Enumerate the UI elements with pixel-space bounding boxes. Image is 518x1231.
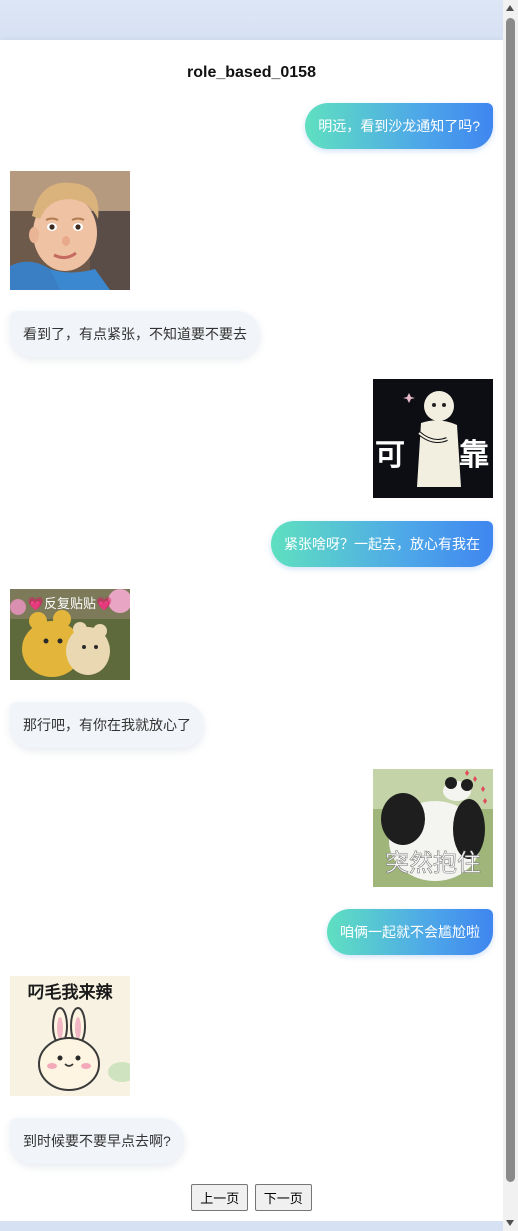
page-header-band bbox=[0, 0, 503, 40]
sticker-reliable-text-right: 靠 bbox=[459, 438, 489, 473]
sticker-bunny: 叼毛我来辣 bbox=[10, 976, 130, 1096]
page-footer-band bbox=[0, 1221, 503, 1231]
sticker-hugging-bears: 💗反复贴贴💗 bbox=[10, 589, 130, 680]
chat-page: role_based_0158 明远，看到沙龙通知了吗? 看到了，有点紧张，不知… bbox=[0, 40, 503, 1221]
sticker-boy-face bbox=[10, 171, 130, 290]
pagination: 上一页 下一页 bbox=[0, 1184, 503, 1211]
vertical-scrollbar[interactable] bbox=[503, 0, 518, 1231]
sticker-reliable-text-left: 可 bbox=[375, 438, 405, 473]
conversation-title: role_based_0158 bbox=[187, 64, 316, 81]
sticker-reliable: 可 靠 bbox=[373, 379, 493, 498]
sticker-bunny-text: 叼毛我来辣 bbox=[28, 982, 114, 1003]
scroll-up-arrow-icon[interactable] bbox=[506, 5, 514, 11]
sticker-bears-text: 💗反复贴贴💗 bbox=[28, 596, 113, 612]
scroll-down-arrow-icon[interactable] bbox=[506, 1220, 514, 1226]
message-bubble-outgoing: 明远，看到沙龙通知了吗? bbox=[305, 103, 493, 149]
message-bubble-incoming: 看到了，有点紧张，不知道要不要去 bbox=[10, 311, 260, 357]
sticker-panda-text: 突然抱住 bbox=[385, 849, 481, 877]
next-page-button[interactable]: 下一页 bbox=[254, 1184, 312, 1211]
message-bubble-incoming: 到时候要不要早点去啊? bbox=[10, 1118, 184, 1164]
message-bubble-outgoing: 紧张啥呀？一起去，放心有我在 bbox=[271, 521, 493, 567]
sticker-panda-hug: 突然抱住 bbox=[373, 769, 493, 887]
message-bubble-incoming: 那行吧，有你在我就放心了 bbox=[10, 702, 204, 748]
message-bubble-outgoing: 咱俩一起就不会尴尬啦 bbox=[327, 909, 493, 955]
prev-page-button[interactable]: 上一页 bbox=[191, 1184, 249, 1211]
scrollbar-thumb[interactable] bbox=[506, 18, 515, 1182]
